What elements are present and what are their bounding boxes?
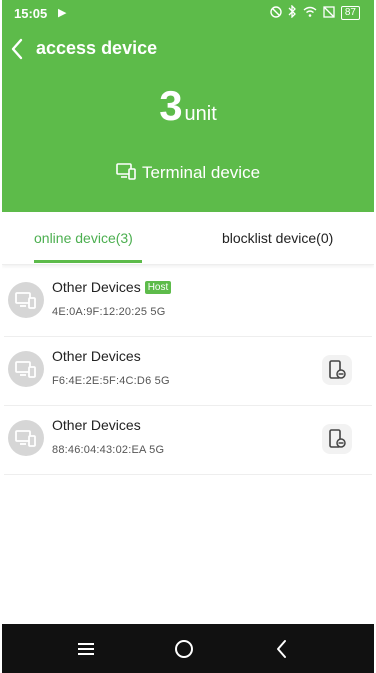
status-time: 15:05	[14, 6, 48, 21]
device-name: Other Devices	[52, 348, 141, 364]
device-row[interactable]: Other Devices 88:46:04:43:02:EA 5G	[4, 406, 372, 475]
terminal-device-link[interactable]: Terminal device	[2, 160, 374, 186]
device-row[interactable]: Other Devices Host 4E:0A:9F:12:20:25 5G	[4, 268, 372, 337]
device-name-text: Other Devices	[52, 279, 141, 295]
home-icon[interactable]	[164, 624, 204, 673]
device-mac: F6:4E:2E:5F:4C:D6 5G	[52, 375, 170, 387]
device-tabs: online device(3) blocklist device(0)	[2, 212, 374, 265]
sim-icon	[323, 5, 335, 21]
nav-bar: access device	[2, 32, 374, 66]
block-device-button[interactable]	[322, 355, 352, 385]
status-bar: 15:05 ▶ 87	[2, 0, 374, 26]
terminal-device-icon	[116, 162, 136, 185]
block-device-button[interactable]	[322, 424, 352, 454]
block-device-icon	[329, 360, 346, 379]
header: 15:05 ▶ 87 access device 3 unit Terminal…	[2, 0, 374, 212]
device-count-unit: unit	[184, 103, 217, 125]
page-title: access device	[36, 38, 158, 58]
device-name: Other Devices Host	[52, 279, 172, 295]
device-count: 3 unit	[2, 82, 374, 130]
device-name: Other Devices	[52, 417, 141, 433]
terminal-device-label: Terminal device	[141, 163, 261, 182]
menu-icon[interactable]	[66, 624, 106, 673]
system-nav-bar	[2, 624, 374, 673]
active-tab-indicator	[34, 260, 142, 263]
device-list: Other Devices Host 4E:0A:9F:12:20:25 5G O…	[2, 268, 374, 475]
app-frame: 15:05 ▶ 87 access device 3 unit Terminal…	[2, 0, 374, 673]
tab-blocklist-device[interactable]: blocklist device(0)	[222, 212, 333, 264]
block-device-icon	[329, 429, 346, 448]
device-row[interactable]: Other Devices F6:4E:2E:5F:4C:D6 5G	[4, 337, 372, 406]
back-arrow-icon[interactable]	[8, 36, 28, 62]
device-avatar-icon	[8, 420, 44, 456]
device-avatar-icon	[8, 282, 44, 318]
bluetooth-icon	[288, 4, 297, 21]
device-count-number: 3	[159, 82, 183, 129]
device-mac: 4E:0A:9F:12:20:25 5G	[52, 306, 166, 318]
system-back-icon[interactable]	[262, 624, 302, 673]
host-badge: Host	[144, 281, 172, 294]
status-icons: 87	[270, 4, 360, 21]
battery-icon: 87	[340, 6, 360, 20]
wifi-icon	[303, 6, 317, 20]
play-icon: ▶	[58, 7, 67, 19]
nfc-icon	[270, 5, 282, 21]
device-avatar-icon	[8, 351, 44, 387]
tab-online-device[interactable]: online device(3)	[34, 212, 133, 264]
device-mac: 88:46:04:43:02:EA 5G	[52, 444, 165, 456]
